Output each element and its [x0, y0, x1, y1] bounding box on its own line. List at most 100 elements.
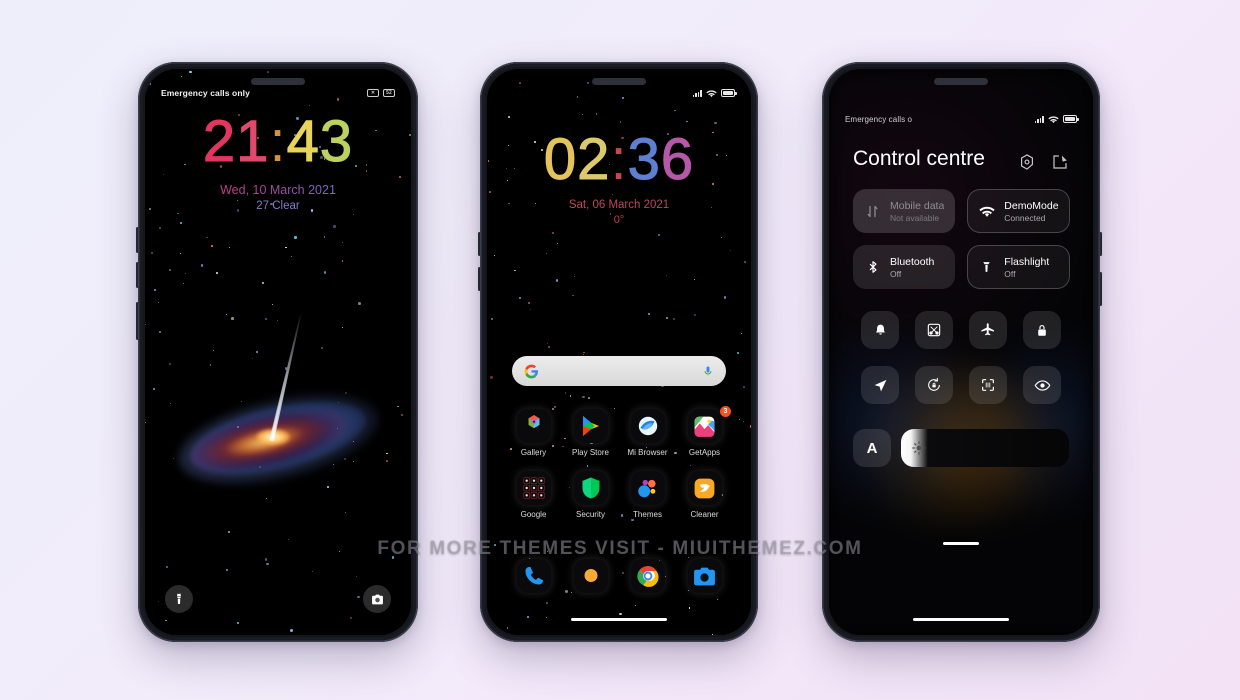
star	[717, 599, 719, 601]
star	[333, 225, 336, 228]
star	[526, 615, 529, 618]
home-indicator-3[interactable]	[913, 618, 1009, 621]
star	[225, 568, 229, 572]
star	[635, 604, 637, 606]
tile-silent[interactable]	[861, 311, 899, 349]
app-gallery[interactable]: Gallery	[505, 409, 562, 457]
cleaner-icon	[687, 471, 722, 505]
star	[711, 634, 714, 635]
tile-lock[interactable]	[1023, 311, 1061, 349]
star	[323, 271, 327, 274]
tile-flashlight[interactable]: Flashlight Off	[967, 245, 1070, 289]
tile-mobile-data[interactable]: Mobile data Not available	[853, 189, 956, 233]
tile-state: Not available	[890, 212, 940, 223]
app-google-folder[interactable]: Google	[505, 471, 562, 519]
clock-digit-2: 2	[577, 127, 611, 192]
tile-text: Bluetooth Off	[890, 256, 934, 279]
star	[736, 352, 739, 355]
star	[595, 113, 598, 116]
side-button-power-3[interactable]	[1099, 272, 1102, 306]
google-search-bar[interactable]	[512, 356, 726, 386]
star	[581, 113, 583, 115]
panel-drag-handle[interactable]	[943, 542, 979, 545]
star	[582, 395, 585, 398]
camera-shortcut[interactable]	[363, 585, 391, 613]
app-camera[interactable]	[676, 559, 733, 593]
app-mi-browser[interactable]: Mi Browser	[619, 409, 676, 457]
chrome-icon	[630, 559, 665, 593]
settings-icon[interactable]	[1018, 153, 1036, 171]
home-indicator[interactable]	[571, 618, 667, 621]
side-button-up[interactable]	[136, 227, 139, 253]
star	[674, 109, 677, 112]
side-button-down-2[interactable]	[478, 267, 481, 291]
star	[226, 313, 228, 315]
star	[519, 296, 522, 299]
tile-scanner[interactable]	[969, 366, 1007, 404]
star	[169, 363, 171, 365]
flashlight-icon	[978, 259, 995, 276]
tile-reading-mode[interactable]	[1023, 366, 1061, 404]
camera-icon	[687, 559, 722, 593]
clock-digit-3: 4	[286, 109, 320, 174]
clock-time: 21:43	[202, 109, 354, 174]
clock-digit-4: 3	[319, 109, 354, 174]
brightness-slider[interactable]	[901, 429, 1069, 467]
mobile-data-icon	[864, 203, 881, 220]
star	[324, 236, 326, 238]
rotation-lock-icon	[928, 377, 940, 391]
status-icons: ✕ 52	[367, 89, 395, 97]
star	[546, 550, 548, 552]
star	[189, 70, 192, 74]
flashlight-shortcut[interactable]	[165, 585, 193, 613]
app-play-store[interactable]: Play Store	[562, 409, 619, 457]
app-security[interactable]: Security	[562, 471, 619, 519]
star	[179, 253, 181, 254]
notch-speaker-2	[592, 78, 646, 85]
auto-brightness-button[interactable]: A	[853, 429, 891, 467]
lock-clock-1: 21:43 Wed, 10 March 2021 27 Clear	[145, 109, 411, 212]
clock-separator: :	[610, 127, 628, 192]
bell-icon	[875, 324, 885, 335]
tile-state: Off	[1004, 268, 1016, 279]
star	[556, 279, 559, 282]
app-themes[interactable]: Themes	[619, 471, 676, 519]
app-phone[interactable]	[505, 559, 562, 593]
tile-bluetooth[interactable]: Bluetooth Off	[853, 245, 956, 289]
app-messages[interactable]	[562, 559, 619, 593]
star	[145, 422, 147, 424]
star	[264, 557, 268, 561]
app-getapps[interactable]: 3 GetApps	[676, 406, 733, 457]
tile-wifi[interactable]: DemoMode Connected	[967, 189, 1070, 233]
star	[587, 397, 591, 400]
star	[277, 319, 279, 321]
app-label: Security	[576, 510, 605, 519]
side-button-power[interactable]	[136, 302, 139, 340]
tile-airplane[interactable]	[969, 311, 1007, 349]
star	[168, 268, 172, 272]
tile-rotation-lock[interactable]	[915, 366, 953, 404]
brightness-row: A	[853, 429, 1069, 467]
app-cleaner[interactable]: Cleaner	[676, 471, 733, 519]
app-label: Play Store	[572, 448, 609, 457]
side-button-up-2[interactable]	[478, 232, 481, 256]
star	[587, 82, 589, 84]
screenshot-icon	[927, 323, 941, 337]
tile-location[interactable]	[861, 366, 899, 404]
tile-text: DemoMode Connected	[1004, 200, 1058, 223]
side-button-up-3[interactable]	[1099, 232, 1102, 256]
app-chrome[interactable]	[619, 559, 676, 593]
side-button-down[interactable]	[136, 262, 139, 288]
star	[493, 254, 495, 256]
tile-name: Flashlight	[1004, 255, 1050, 268]
star	[570, 395, 572, 397]
bluetooth-icon	[864, 259, 881, 276]
edit-icon[interactable]	[1051, 153, 1069, 171]
star	[545, 616, 547, 618]
mute-icon: ✕	[367, 89, 379, 97]
microphone-icon[interactable]	[702, 364, 714, 379]
star	[494, 543, 497, 546]
star	[182, 282, 184, 284]
tile-screenshot[interactable]	[915, 311, 953, 349]
star	[490, 317, 494, 320]
